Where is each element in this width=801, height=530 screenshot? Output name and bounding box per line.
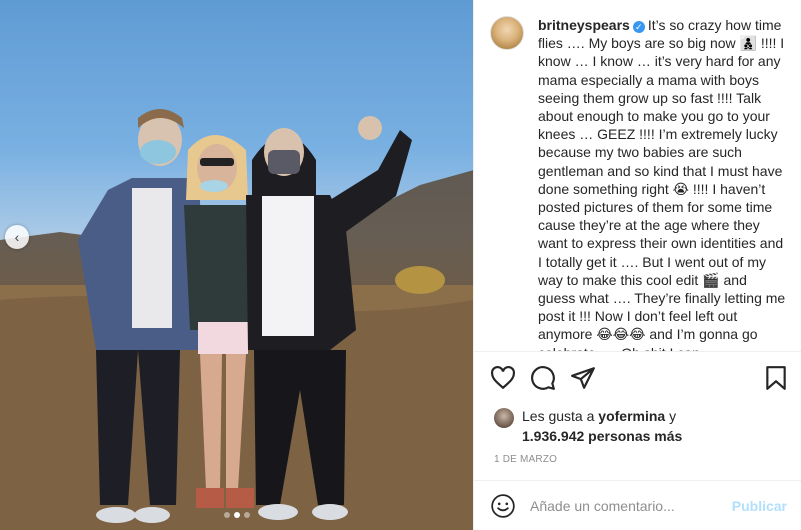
post-side-panel: britneyspears ✓ It’s so crazy how time fli… (473, 0, 801, 530)
likes-summary[interactable]: Les gusta a yofermina y 1.936.942 person… (522, 406, 682, 446)
likes-count[interactable]: 1.936.942 personas más (522, 428, 682, 444)
likes-prefix: Les gusta a (522, 408, 595, 424)
post-photo[interactable]: ‹ (0, 0, 473, 530)
bush (395, 266, 445, 294)
carousel-dot (223, 512, 230, 518)
comment-input[interactable] (528, 496, 720, 515)
carousel-prev-button[interactable]: ‹ (5, 225, 29, 249)
likes-conjunction: y (669, 408, 677, 424)
photo-illustration (0, 109, 473, 530)
caption-text-block: britneyspears ✓ It’s so crazy how time fli… (538, 16, 787, 351)
chevron-left-icon: ‹ (14, 229, 20, 245)
post-date[interactable]: 1 DE MARZO (474, 446, 801, 474)
author-username[interactable]: britneyspears (538, 17, 630, 33)
comment-bar: Publicar (474, 480, 801, 530)
likes-row: Les gusta a yofermina y 1.936.942 person… (474, 404, 801, 446)
publish-button[interactable]: Publicar (732, 498, 787, 514)
carousel-dot (243, 512, 250, 518)
verified-icon: ✓ (632, 21, 645, 33)
caption-section[interactable]: britneyspears ✓ It’s so crazy how time fli… (474, 0, 801, 352)
carousel-dot-active (233, 512, 240, 518)
comment-icon[interactable] (530, 365, 556, 391)
liker-avatar[interactable] (494, 408, 514, 428)
bookmark-icon[interactable] (763, 365, 789, 391)
smiley-icon[interactable] (490, 493, 516, 519)
author-avatar[interactable] (490, 16, 524, 50)
action-bar (474, 352, 801, 404)
carousel-indicator (223, 512, 250, 518)
caption-text: It’s so crazy how time flies …. My boys … (538, 17, 786, 351)
share-icon[interactable] (570, 365, 596, 391)
liker-username[interactable]: yofermina (598, 408, 665, 424)
instagram-post: ‹ britneyspears ✓ It’s so crazy how time f… (0, 0, 801, 530)
heart-icon[interactable] (490, 365, 516, 391)
